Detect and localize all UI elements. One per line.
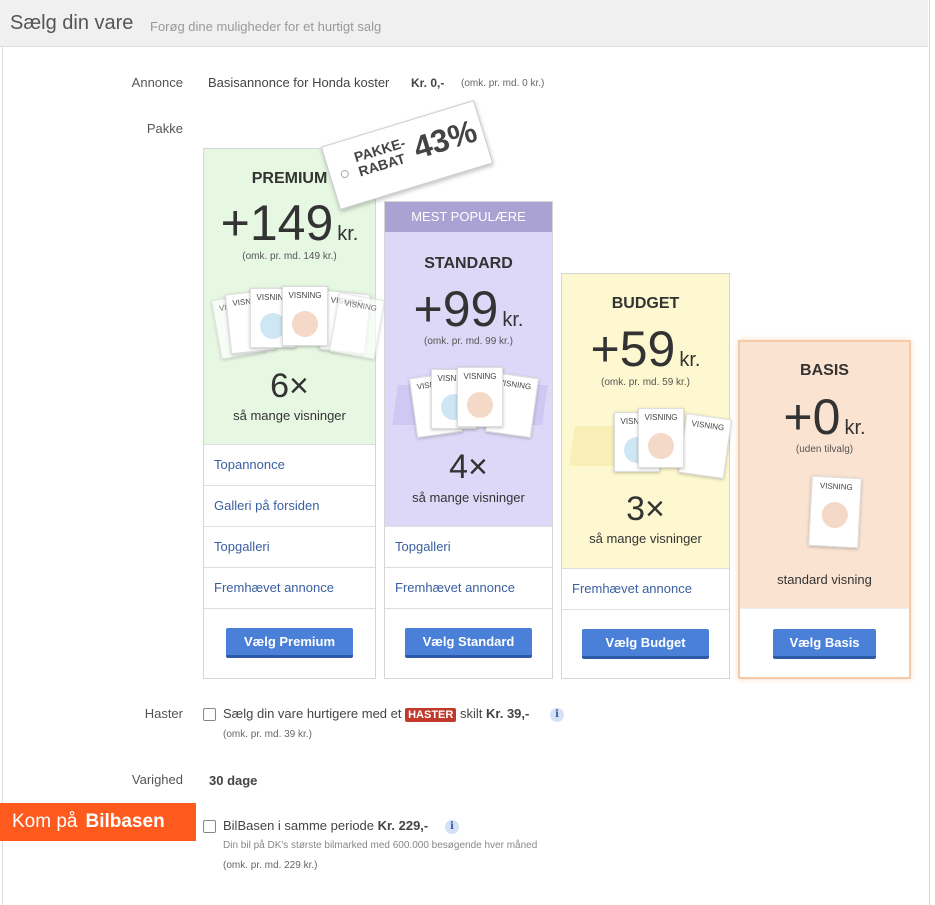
discount-percent: 43% [409,112,481,166]
package-name: BASIS [800,362,849,379]
package-premium: PREMIUM +149 kr. (omk. pr. md. 149 kr.) V… [203,148,385,679]
bilbasen-checkbox[interactable] [203,820,216,833]
bilbasen-banner: Kom på Bilbasen [0,803,196,841]
varighed-value: 30 dage [209,773,258,788]
package-price: +0 kr. [783,389,866,445]
haster-badge: HASTER [405,708,457,722]
choose-standard-button[interactable]: Vælg Standard [405,628,532,658]
haster-text: Sælg din vare hurtigere med et HASTER sk… [223,706,530,722]
pakke-label: Pakke [146,121,183,136]
feature-galleri-forside: Galleri på forsiden [204,485,375,526]
annonce-label: Annonce [131,75,183,90]
choose-basis-button[interactable]: Vælg Basis [773,629,876,659]
visning-illustration: VISNING VISNING VISNING VISNING VISNING … [211,286,385,360]
visning-illustration: VISNING [804,475,864,550]
package-basis: BASIS +0 kr. (uden tilvalg) VISNING stand… [738,340,911,679]
feature-topgalleri: Topgalleri [204,526,375,567]
bilbasen-text: BilBasen i samme periode Kr. 229,- [223,818,429,833]
feature-fremhaevet: Fremhævet annonce [562,568,729,609]
feature-fremhaevet: Fremhævet annonce [204,567,375,608]
bilbasen-permd: (omk. pr. md. 229 kr.) [223,860,318,871]
page-title: Sælg din vare [10,12,134,34]
annonce-price: Kr. 0,- [411,76,445,90]
package-budget: BUDGET +59 kr. (omk. pr. md. 59 kr.) VISN… [561,273,732,679]
choose-premium-button[interactable]: Vælg Premium [226,628,353,658]
visning-illustration: VISNING VISNING VISNING VISNING [392,365,548,440]
package-standard: MEST POPULÆRE STANDARD +99 kr. (omk. pr. … [384,201,553,679]
visning-multiplier-text: standard visning [777,572,872,587]
bilbasen-description: Din bil på DK's største bilmarked med 60… [223,840,538,851]
package-price: +99 kr. [413,281,524,337]
haster-permd: (omk. pr. md. 39 kr.) [223,729,312,740]
visning-illustration: VISNING VISNING VISNING [569,406,732,481]
panel-header: Sælg din vare Forøg dine muligheder for … [0,0,928,47]
page-subtitle: Forøg dine muligheder for et hurtigt sal… [150,19,382,34]
choose-budget-button[interactable]: Vælg Budget [582,629,709,659]
visning-multiplier: 6× [270,367,309,405]
tag-hole-icon [339,169,350,179]
visning-multiplier: 3× [626,490,665,528]
package-permd: (omk. pr. md. 99 kr.) [424,336,513,347]
annonce-text: Basisannonce for Honda koster [208,75,390,90]
package-permd: (uden tilvalg) [795,444,854,455]
package-permd: (omk. pr. md. 149 kr.) [242,251,337,262]
info-icon[interactable]: i [445,820,459,834]
haster-label: Haster [144,706,183,721]
haster-checkbox[interactable] [203,708,216,721]
most-popular-ribbon: MEST POPULÆRE [385,202,552,232]
varighed-label: Varighed [131,772,183,787]
visning-multiplier: 4× [449,448,488,486]
package-price: +59 kr. [590,321,701,377]
visning-multiplier-text: så mange visninger [412,490,525,505]
package-permd: (omk. pr. md. 59 kr.) [601,377,690,388]
feature-fremhaevet: Fremhævet annonce [385,567,552,608]
package-name: BUDGET [611,295,680,312]
visning-multiplier-text: så mange visninger [233,408,346,423]
feature-topannonce: Topannonce [204,444,375,485]
info-icon[interactable]: i [550,708,564,722]
feature-topgalleri: Topgalleri [385,526,552,567]
visning-multiplier-text: så mange visninger [589,531,702,546]
annonce-permd: (omk. pr. md. 0 kr.) [461,78,545,89]
package-name: STANDARD [424,255,513,272]
